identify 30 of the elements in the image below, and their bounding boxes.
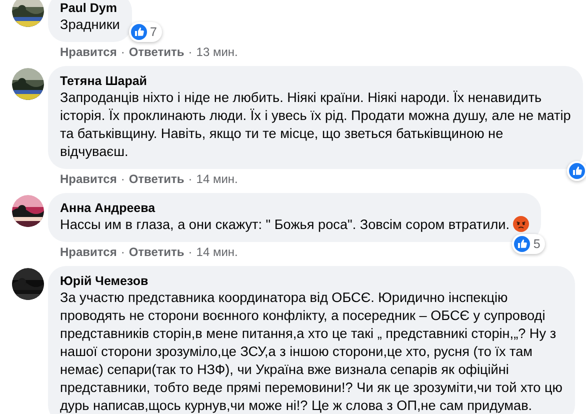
reaction-count-badge[interactable]: 7 (128, 22, 162, 42)
separator-dot: · (188, 245, 192, 260)
reaction-count-badge[interactable]: 5 (512, 234, 546, 254)
comment-text: Зрадники (60, 16, 120, 34)
like-link[interactable]: Нравится (60, 172, 117, 187)
separator-dot: · (120, 45, 125, 60)
author-name[interactable]: Paul Dym (60, 0, 120, 16)
comment-text: Нассы им в глаза, а они скажут: " Божья роса". Зовсім сором втратили. (60, 216, 530, 234)
author-name[interactable]: Анна Андреева (60, 200, 530, 216)
like-link[interactable]: Нравится (60, 245, 117, 260)
angry-emoji-icon (513, 216, 530, 232)
comment-time: 13 мин. (196, 45, 238, 60)
reply-link[interactable]: Ответить (128, 245, 184, 260)
comment-text: Запроданців ніхто і ніде не любить. Ніякі країни. Ніякі народи. Їх ненавидить історія. Їх проклинають люди. Їх і увесь їх рід. Продати можна душу, але не матір та батьківщину. Навіть, якщо ти те місце, що зветься батьківщиною не відчуваєш. (60, 89, 571, 161)
comment-time: 14 мин. (196, 245, 238, 260)
author-name[interactable]: Юрій Чемезов (60, 273, 563, 289)
like-icon (514, 236, 530, 252)
separator-dot: · (188, 45, 192, 60)
like-icon (568, 163, 585, 179)
comment-text: За участю представника координатора від ОБСЄ. Юридично інспекцію проводять не сторони воєнного конфлікту, а посередник – ОБСЄ у супроводі представників сторін,в мене питання,а хто це такі „ представникі сторін,„? Ну з нашої сторони зрозуміло,це ЗСУ,а з іншою сторони,це хто, русня (то їх там немає) сепари(так то НЗФ), чи Україна вже визнала сепарів як офіційні представники, тобто веде прямі перемовини!? Чи як це зрозуміти,чи той хто цю дурь написав,щось курнув,чи може ні!? Це ж слова з ОП,не сам придумав. (60, 289, 563, 414)
like-icon (130, 24, 147, 40)
separator-dot: · (120, 172, 125, 187)
like-link[interactable]: Нравится (60, 45, 117, 60)
comment-time: 14 мин. (196, 172, 238, 187)
separator-dot: · (188, 172, 192, 187)
reaction-badge[interactable] (566, 161, 586, 181)
reply-link[interactable]: Ответить (128, 172, 184, 187)
author-name[interactable]: Тетяна Шарай (60, 73, 571, 89)
reply-link[interactable]: Ответить (128, 45, 184, 60)
separator-dot: · (120, 245, 125, 260)
